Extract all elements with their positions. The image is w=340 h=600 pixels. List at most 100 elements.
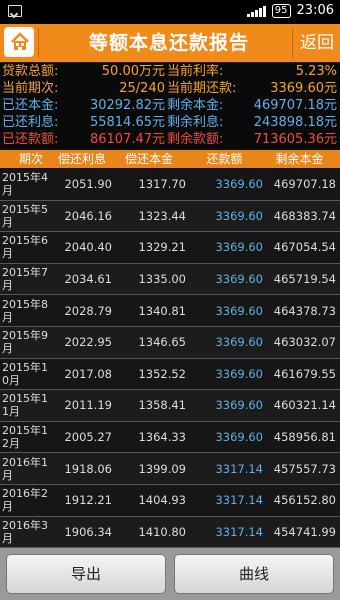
cell-interest: 2040.40 (64, 240, 112, 255)
summary-label: 当前期次: (2, 81, 59, 96)
cell-interest: 2034.61 (64, 272, 112, 287)
cell-period: 2015年8月 (2, 297, 48, 324)
cell-interest: 2017.08 (64, 366, 112, 381)
summary-value: 50.00万元 (101, 64, 165, 79)
cell-payment: 3369.60 (215, 303, 263, 318)
cell-period: 2015年4月 (2, 171, 48, 198)
summary-row: 已还本金: 30292.82元 剩余本金: 469707.18元 (0, 97, 340, 114)
summary-label: 当前期还款: (167, 81, 237, 96)
table-row[interactable]: 2015年5月 2046.16 1323.44 3369.60 468383.7… (0, 200, 340, 233)
title-divider-right (292, 28, 293, 58)
cell-interest: 2028.79 (64, 303, 112, 318)
export-button[interactable]: 导出 (6, 554, 166, 594)
column-header-remaining: 剩余本金 (275, 152, 324, 166)
cell-interest: 1912.21 (64, 493, 112, 508)
title-divider-left (38, 28, 39, 58)
summary-label: 剩余本金: (167, 98, 224, 113)
cell-principal: 1352.52 (138, 366, 186, 381)
cell-payment: 3369.60 (215, 366, 263, 381)
column-header-principal: 偿还本金 (124, 152, 173, 166)
cell-period: 2015年11月 (2, 392, 48, 419)
summary-value: 243898.18元 (253, 115, 337, 130)
table-row[interactable]: 2015年12月 2005.27 1364.33 3369.60 458956.… (0, 421, 340, 454)
cell-principal: 1410.80 (138, 524, 186, 539)
schedule-table[interactable]: 2015年4月 2051.90 1317.70 3369.60 469707.1… (0, 169, 340, 548)
image-notification-icon (8, 5, 22, 17)
summary-value: 3369.60元 (270, 81, 337, 96)
summary-label: 已还利息: (2, 115, 59, 130)
cell-period: 2015年5月 (2, 202, 48, 229)
cell-interest: 2051.90 (64, 177, 112, 192)
table-row[interactable]: 2015年10月 2017.08 1352.52 3369.60 461679.… (0, 358, 340, 391)
cell-remaining: 457557.73 (273, 461, 336, 476)
cell-period: 2015年10月 (2, 360, 48, 387)
cell-payment: 3369.60 (215, 430, 263, 445)
cell-principal: 1346.65 (138, 335, 186, 350)
signal-icon (246, 5, 266, 17)
cell-payment: 3317.14 (215, 461, 263, 476)
cell-period: 2015年6月 (2, 234, 48, 261)
summary-label: 剩余款额: (167, 132, 224, 147)
summary-value: 55814.65元 (89, 115, 165, 130)
column-header-payment: 还款额 (206, 152, 243, 166)
table-row[interactable]: 2016年3月 1906.34 1410.80 3317.14 454741.9… (0, 516, 340, 548)
summary-value: 30292.82元 (89, 98, 165, 113)
summary-value: 5.23% (295, 64, 337, 79)
table-row[interactable]: 2015年8月 2028.79 1340.81 3369.60 464378.7… (0, 295, 340, 327)
cell-remaining: 468383.74 (273, 208, 336, 223)
chart-button[interactable]: 曲线 (174, 554, 334, 594)
cell-payment: 3317.14 (215, 524, 263, 539)
bottom-toolbar: 导出 曲线 (0, 548, 340, 600)
summary-row: 贷款总额: 50.00万元 当前利率: 5.23% (0, 63, 340, 80)
cell-interest: 2022.95 (64, 335, 112, 350)
cell-principal: 1329.21 (138, 240, 186, 255)
table-row[interactable]: 2016年2月 1912.21 1404.93 3317.14 456152.8… (0, 484, 340, 517)
table-header: 期次 偿还利息 偿还本金 还款额 剩余本金 (0, 150, 340, 168)
cell-interest: 1918.06 (64, 461, 112, 476)
cell-remaining: 469707.18 (273, 177, 336, 192)
table-row[interactable]: 2015年11月 2011.19 1358.41 3369.60 460321.… (0, 390, 340, 422)
cell-principal: 1340.81 (138, 303, 186, 318)
status-time: 23:06 (296, 3, 334, 18)
cell-remaining: 463032.07 (273, 335, 336, 350)
home-icon (11, 32, 29, 50)
title-bar: 等额本息还款报告 返回 (0, 24, 340, 63)
cell-period: 2015年12月 (2, 424, 48, 451)
page-title: 等额本息还款报告 (88, 32, 249, 54)
back-button[interactable]: 返回 (294, 24, 340, 62)
summary-row: 已还款额: 86107.47元 剩余款额: 713605.36元 (0, 131, 340, 148)
cell-period: 2015年9月 (2, 329, 48, 356)
summary-label: 贷款总额: (2, 64, 59, 79)
column-header-interest: 偿还利息 (57, 152, 106, 166)
table-row[interactable]: 2015年4月 2051.90 1317.70 3369.60 469707.1… (0, 169, 340, 201)
cell-payment: 3317.14 (215, 493, 263, 508)
table-row[interactable]: 2015年6月 2040.40 1329.21 3369.60 467054.5… (0, 232, 340, 264)
summary-label: 已还本金: (2, 98, 59, 113)
summary-label: 已还款额: (2, 132, 59, 147)
battery-icon: 95 (271, 3, 291, 18)
status-right: 95 23:06 (246, 3, 334, 18)
cell-payment: 3369.60 (215, 208, 263, 223)
cell-remaining: 456152.80 (273, 493, 336, 508)
summary-label: 剩余利息: (167, 115, 224, 130)
summary-value: 25/240 (119, 81, 165, 96)
cell-remaining: 458956.81 (273, 430, 336, 445)
cell-period: 2016年1月 (2, 455, 48, 482)
table-row[interactable]: 2015年9月 2022.95 1346.65 3369.60 463032.0… (0, 326, 340, 359)
cell-principal: 1364.33 (138, 430, 186, 445)
summary-value: 86107.47元 (89, 132, 165, 147)
cell-payment: 3369.60 (215, 240, 263, 255)
cell-period: 2016年2月 (2, 487, 48, 514)
cell-period: 2016年3月 (2, 518, 48, 545)
cell-interest: 2005.27 (64, 430, 112, 445)
table-row[interactable]: 2016年1月 1918.06 1399.09 3317.14 457557.7… (0, 453, 340, 485)
cell-payment: 3369.60 (215, 272, 263, 287)
cell-remaining: 461679.55 (273, 366, 336, 381)
cell-remaining: 467054.54 (273, 240, 336, 255)
cell-principal: 1323.44 (138, 208, 186, 223)
summary-label: 当前利率: (167, 64, 224, 79)
home-button[interactable] (4, 27, 34, 57)
cell-principal: 1335.00 (138, 272, 186, 287)
table-row[interactable]: 2015年7月 2034.61 1335.00 3369.60 465719.5… (0, 263, 340, 296)
cell-remaining: 464378.73 (273, 303, 336, 318)
